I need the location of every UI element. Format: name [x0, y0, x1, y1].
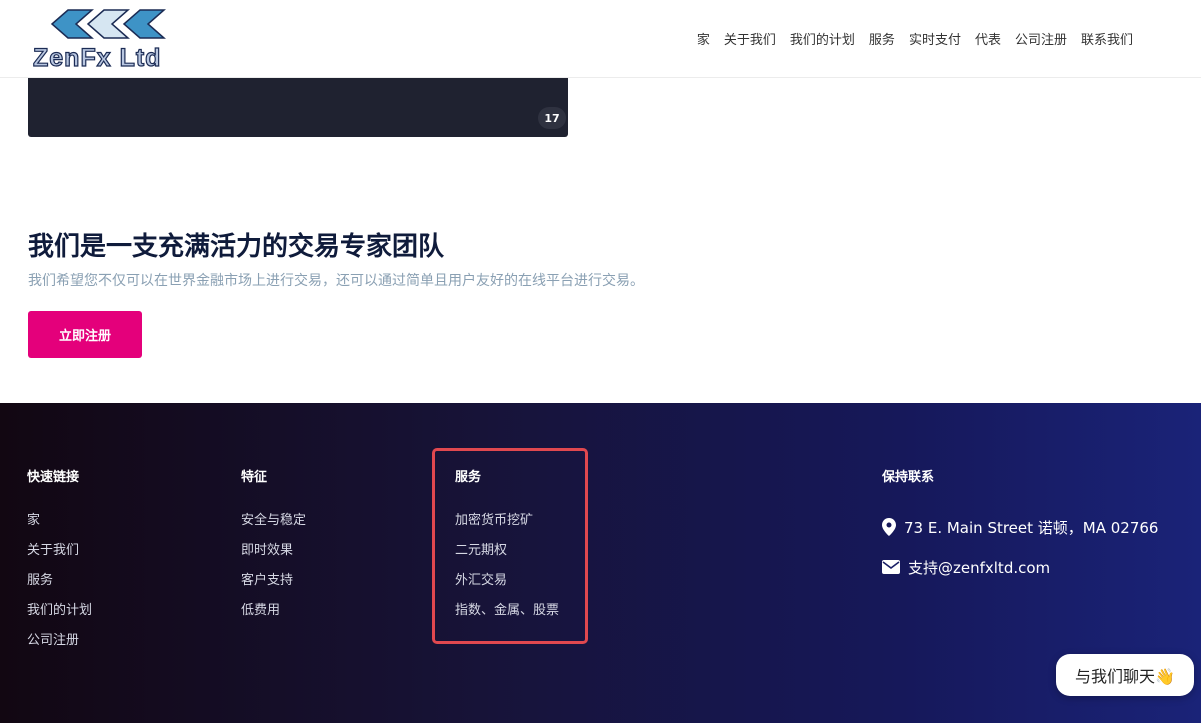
logo-mark-icon: [50, 9, 166, 39]
footer-contact: 保持联系 73 E. Main Street 诺顿，MA 02766 支持@ze…: [882, 466, 1158, 587]
contact-email-text[interactable]: 支持@zenfxltd.com: [908, 557, 1050, 578]
nav-item-contact[interactable]: 联系我们: [1081, 29, 1133, 48]
nav-item-company-registration[interactable]: 公司注册: [1015, 29, 1067, 48]
logo-text: ZenFx Ltd: [32, 43, 162, 72]
nav-item-services[interactable]: 服务: [869, 29, 895, 48]
map-pin-icon: [882, 518, 896, 536]
footer-heading-quick-links: 快速链接: [27, 470, 80, 485]
hero-subtitle: 我们希望您不仅可以在世界金融市场上进行交易，还可以通过简单且用户友好的在线平台进…: [28, 273, 644, 289]
tradingview-icon[interactable]: 17: [538, 107, 566, 129]
footer-link-services[interactable]: 服务: [27, 573, 92, 603]
nav-item-plans[interactable]: 我们的计划: [790, 29, 855, 48]
site-header: ZenFx Ltd 家 关于我们 我们的计划 服务 实时支付 代表 公司注册 联…: [0, 0, 1201, 78]
footer-link-about[interactable]: 关于我们: [27, 543, 92, 573]
footer-heading-contact: 保持联系: [882, 470, 935, 485]
footer-link-instant[interactable]: 即时效果: [241, 543, 306, 573]
footer-link-home[interactable]: 家: [27, 513, 92, 543]
footer-heading-services: 服务: [455, 470, 482, 485]
main-nav: 家 关于我们 我们的计划 服务 实时支付 代表 公司注册 联系我们: [697, 29, 1133, 48]
footer-link-low-fees[interactable]: 低费用: [241, 603, 306, 633]
site-footer: 快速链接 家 关于我们 服务 我们的计划 公司注册 特征 安全与稳定 即时效果 …: [0, 403, 1201, 723]
footer-link-company-registration[interactable]: 公司注册: [27, 633, 92, 663]
footer-link-plans[interactable]: 我们的计划: [27, 603, 92, 633]
contact-address-text: 73 E. Main Street 诺顿，MA 02766: [904, 518, 1159, 537]
nav-item-live-payments[interactable]: 实时支付: [909, 29, 961, 48]
logo[interactable]: ZenFx Ltd: [30, 6, 180, 73]
nav-item-home[interactable]: 家: [697, 29, 710, 48]
footer-link-security[interactable]: 安全与稳定: [241, 513, 306, 543]
contact-email[interactable]: 支持@zenfxltd.com: [882, 547, 1158, 587]
footer-link-crypto-mining[interactable]: 加密货币挖矿: [455, 513, 559, 543]
footer-features: 特征 安全与稳定 即时效果 客户支持 低费用: [241, 466, 306, 633]
chat-with-us-button[interactable]: 与我们聊天👋: [1056, 654, 1194, 696]
footer-quick-links: 快速链接 家 关于我们 服务 我们的计划 公司注册: [27, 466, 92, 663]
hero-title: 我们是一支充满活力的交易专家团队: [28, 232, 445, 262]
envelope-icon: [882, 560, 900, 574]
footer-link-forex[interactable]: 外汇交易: [455, 573, 559, 603]
nav-item-about[interactable]: 关于我们: [724, 29, 776, 48]
footer-link-binary-options[interactable]: 二元期权: [455, 543, 559, 573]
footer-services: 服务 加密货币挖矿 二元期权 外汇交易 指数、金属、股票: [455, 466, 559, 633]
footer-heading-features: 特征: [241, 470, 268, 485]
footer-link-support[interactable]: 客户支持: [241, 573, 306, 603]
contact-address: 73 E. Main Street 诺顿，MA 02766: [882, 507, 1158, 547]
nav-item-agents[interactable]: 代表: [975, 29, 1001, 48]
register-now-button[interactable]: 立即注册: [28, 311, 142, 358]
trading-widget: 17: [28, 78, 568, 137]
footer-link-indices[interactable]: 指数、金属、股票: [455, 603, 559, 633]
